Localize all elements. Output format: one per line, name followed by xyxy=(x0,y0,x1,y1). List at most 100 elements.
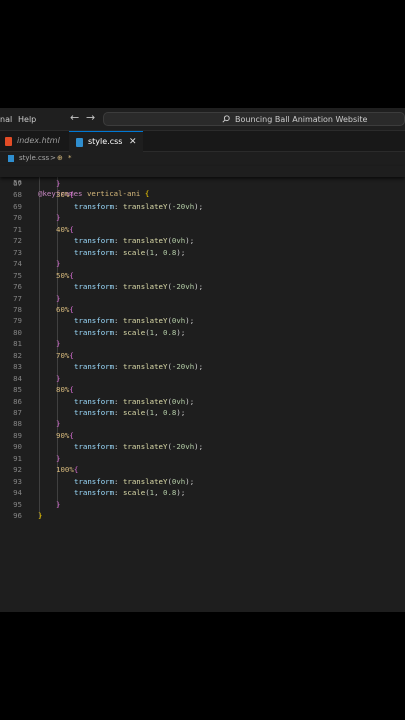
line-number: 93 xyxy=(13,476,22,486)
code-token: : xyxy=(114,247,123,257)
code-line[interactable]: 68 30%{ xyxy=(0,189,405,200)
code-token: 90% xyxy=(56,430,70,440)
code-token: transform xyxy=(74,201,115,211)
command-center[interactable]: Bouncing Ball Animation Website xyxy=(103,112,405,126)
sticky-scroll-line[interactable]: 56 @keyframes vertical-ani { xyxy=(0,166,405,198)
menu-terminal[interactable]: nal xyxy=(0,115,12,124)
code-token: scale xyxy=(122,327,146,337)
code-line[interactable]: 88} xyxy=(0,418,405,429)
code-token: } xyxy=(56,293,61,303)
code-line[interactable]: 85 80%{ xyxy=(0,384,405,395)
code-token: { xyxy=(69,270,74,280)
css3-icon xyxy=(8,155,14,162)
code-token: transform xyxy=(74,476,115,486)
code-editor[interactable]: 56 @keyframes vertical-ani { 67} 68 30%{69… xyxy=(0,166,405,612)
code-text: } xyxy=(56,499,60,510)
code-line[interactable]: 73 transform: scale(1, 0.8); xyxy=(0,247,405,258)
code-token: : xyxy=(114,396,123,406)
code-text: } xyxy=(56,258,60,269)
forward-arrow-icon[interactable]: → xyxy=(86,112,95,124)
code-token: scale xyxy=(122,408,146,417)
code-line[interactable]: 92 100%{ xyxy=(0,464,405,475)
code-line[interactable]: 69 transform: translateY(-20vh); xyxy=(0,201,405,212)
code-token: transform xyxy=(74,396,115,406)
code-line[interactable]: 81} xyxy=(0,338,405,349)
code-token: -20vh xyxy=(171,442,195,452)
code-line[interactable]: 96} xyxy=(0,510,405,521)
code-line[interactable]: 72 transform: translateY(0vh); xyxy=(0,235,405,246)
code-text: transform: translateY(0vh); xyxy=(74,235,194,246)
code-token: 100% xyxy=(56,465,74,475)
menu-help[interactable]: Help xyxy=(18,115,36,124)
code-token: : xyxy=(114,488,123,498)
code-text: transform: scale(1, 0.8); xyxy=(74,487,185,498)
code-token: } xyxy=(56,213,61,223)
code-token: 0vh xyxy=(171,396,186,406)
line-number: 92 xyxy=(13,465,22,475)
code-text: } xyxy=(56,373,60,384)
tab-label: index.html xyxy=(17,136,60,145)
code-line[interactable]: 95} xyxy=(0,499,405,510)
back-arrow-icon[interactable]: ← xyxy=(70,112,79,124)
breadcrumb-file[interactable]: style.css xyxy=(19,154,49,162)
code-line[interactable]: 84} xyxy=(0,373,405,384)
tab-style-css[interactable]: style.css ✕ xyxy=(69,131,143,152)
code-line[interactable]: 67} xyxy=(0,178,405,189)
line-number: 70 xyxy=(13,213,22,223)
code-line[interactable]: 90 transform: translateY(-20vh); xyxy=(0,441,405,452)
code-token: 0vh xyxy=(171,316,186,326)
code-line[interactable]: 80 transform: scale(1, 0.8); xyxy=(0,327,405,338)
code-line[interactable]: 71 40%{ xyxy=(0,224,405,235)
code-line[interactable]: 70} xyxy=(0,212,405,223)
code-line[interactable]: 82 70%{ xyxy=(0,350,405,361)
code-token: translateY xyxy=(122,476,168,486)
code-line[interactable]: 86 transform: translateY(0vh); xyxy=(0,396,405,407)
code-token: : xyxy=(114,476,123,486)
title-bar: nal Help ← → Bouncing Ball Animation Web… xyxy=(0,108,405,131)
code-line[interactable]: 74} xyxy=(0,258,405,269)
line-number: 95 xyxy=(13,499,22,509)
code-line[interactable]: 79 transform: translateY(0vh); xyxy=(0,315,405,326)
tab-index-html[interactable]: index.html xyxy=(0,131,69,151)
code-token: transform xyxy=(74,362,115,372)
code-text: 30%{ xyxy=(56,189,74,200)
line-number: 68 xyxy=(13,190,22,200)
code-token: ); xyxy=(185,476,195,486)
code-token: { xyxy=(69,430,74,440)
tab-label: style.css xyxy=(88,137,123,146)
code-text: transform: translateY(-20vh); xyxy=(74,441,203,452)
code-token: } xyxy=(38,511,43,521)
code-line[interactable]: 87 transform: scale(1, 0.8); xyxy=(0,407,405,418)
code-token: ); xyxy=(185,316,195,326)
code-line[interactable]: 89 90%{ xyxy=(0,430,405,441)
line-number: 84 xyxy=(13,373,22,383)
breadcrumb-separator: > xyxy=(50,154,56,162)
code-text: 90%{ xyxy=(56,430,74,441)
close-icon[interactable]: ✕ xyxy=(129,132,137,152)
code-line[interactable]: 91} xyxy=(0,453,405,464)
code-token: transform xyxy=(74,316,115,326)
code-token: } xyxy=(56,259,61,269)
code-line[interactable]: 76 transform: translateY(-20vh); xyxy=(0,281,405,292)
code-token: { xyxy=(69,385,74,395)
code-line[interactable]: 78 60%{ xyxy=(0,304,405,315)
code-line[interactable]: 83 transform: translateY(-20vh); xyxy=(0,361,405,372)
code-line[interactable]: 94 transform: scale(1, 0.8); xyxy=(0,487,405,498)
code-token: { xyxy=(69,190,74,200)
code-token: transform xyxy=(74,247,115,257)
code-token: scale xyxy=(122,488,146,498)
code-token: translateY xyxy=(122,362,168,372)
code-token: } xyxy=(56,419,61,429)
code-line[interactable]: 93 transform: translateY(0vh); xyxy=(0,476,405,487)
breadcrumb-symbol[interactable]: * xyxy=(68,154,72,162)
code-line[interactable]: 77} xyxy=(0,293,405,304)
code-text: } xyxy=(56,178,60,189)
code-token: 40% xyxy=(56,224,70,234)
code-token: -20vh xyxy=(171,282,195,292)
command-center-label: Bouncing Ball Animation Website xyxy=(235,115,368,124)
code-line[interactable]: 75 50%{ xyxy=(0,270,405,281)
vscode-window: nal Help ← → Bouncing Ball Animation Web… xyxy=(0,108,405,612)
code-token: scale xyxy=(122,247,146,257)
code-text: transform: translateY(-20vh); xyxy=(74,361,203,372)
line-number: 89 xyxy=(13,430,22,440)
